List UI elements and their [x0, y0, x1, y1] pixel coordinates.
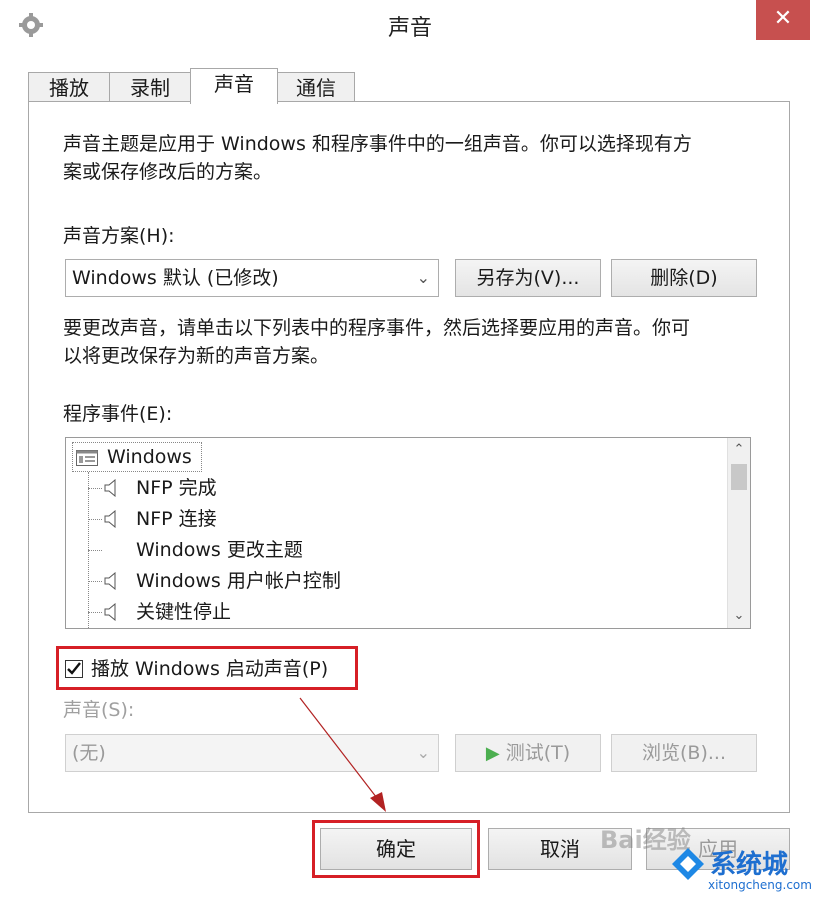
instructions-line-2: 以将更改保存为新的声音方案。 [63, 345, 330, 367]
list-item-label: NFP 连接 [136, 508, 217, 530]
events-scrollbar[interactable]: ⌃ ⌄ [727, 438, 750, 628]
delete-button[interactable]: 删除(D) [611, 259, 757, 297]
sound-scheme-dropdown[interactable]: Windows 默认 (已修改) ⌄ [65, 259, 439, 297]
tab-communications[interactable]: 通信 [277, 72, 355, 102]
instructions-line-1: 要更改声音，请单击以下列表中的程序事件，然后选择要应用的声音。你可 [63, 317, 691, 339]
scroll-thumb[interactable] [731, 464, 747, 490]
sound-label: 声音(S): [63, 699, 135, 721]
list-item-label: Windows [107, 446, 192, 468]
test-button[interactable]: ▶ 测试(T) [455, 734, 601, 772]
site-name: 系统城 [710, 850, 789, 880]
annotation-arrow-icon [299, 697, 386, 812]
checkbox-highlight-box [56, 646, 358, 690]
program-events-list[interactable]: Windows NFP 完成 NFP 连接 Windows 更改主题 Windo… [65, 437, 751, 629]
site-url: xitongcheng.com [708, 878, 812, 892]
app-group-icon [76, 450, 98, 466]
description-line-2: 案或保存修改后的方案。 [63, 161, 273, 183]
tree-connector [88, 488, 102, 489]
tree-connector [88, 550, 102, 551]
tab-playback[interactable]: 播放 [28, 72, 110, 102]
play-icon: ▶ [485, 743, 500, 764]
sounds-tab-panel: 声音主题是应用于 Windows 和程序事件中的一组声音。你可以选择现有方 案或… [28, 101, 790, 813]
tree-connector [88, 581, 102, 582]
speaker-icon [104, 510, 116, 528]
list-item-label: 关键性停止 [136, 601, 232, 623]
title-bar: 声音 ✕ [0, 0, 820, 50]
speaker-icon [104, 572, 116, 590]
window-title: 声音 [387, 16, 432, 41]
list-item-windows-group[interactable]: Windows [72, 442, 202, 472]
list-item-label: Windows 更改主题 [136, 539, 303, 561]
browse-button[interactable]: 浏览(B)... [611, 734, 757, 772]
program-events-label: 程序事件(E): [63, 403, 173, 425]
scroll-up-icon[interactable]: ⌃ [728, 440, 750, 460]
test-button-label: 测试(T) [505, 742, 571, 764]
tab-recording[interactable]: 录制 [109, 72, 191, 102]
scheme-label: 声音方案(H): [63, 225, 175, 247]
description-line-1: 声音主题是应用于 Windows 和程序事件中的一组声音。你可以选择现有方 [63, 133, 692, 155]
speaker-icon [104, 603, 116, 621]
scroll-down-icon[interactable]: ⌄ [728, 606, 750, 626]
tree-connector [88, 519, 102, 520]
list-item-label: NFP 完成 [136, 477, 217, 499]
sound-scheme-value: Windows 默认 (已修改) [72, 267, 279, 289]
ok-button-highlight-box [312, 820, 480, 878]
tree-connector [88, 612, 102, 613]
chevron-down-icon: ⌄ [416, 743, 430, 762]
site-logo-icon [672, 848, 704, 880]
speaker-icon [104, 479, 116, 497]
sound-value: (无) [72, 742, 106, 764]
chevron-down-icon: ⌄ [416, 268, 430, 287]
close-button[interactable]: ✕ [756, 0, 810, 40]
save-as-button[interactable]: 另存为(V)... [455, 259, 601, 297]
list-item-label: Windows 用户帐户控制 [136, 570, 341, 592]
site-logo: 系统城 xitongcheng.com [668, 842, 820, 900]
close-icon: ✕ [773, 6, 793, 31]
tab-sounds[interactable]: 声音 [190, 68, 278, 104]
